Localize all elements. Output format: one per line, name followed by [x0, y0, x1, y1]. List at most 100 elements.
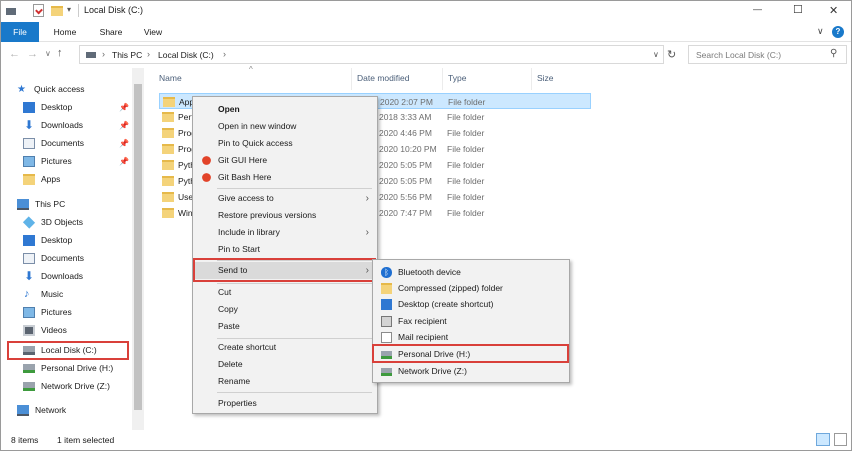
- tab-home[interactable]: Home: [45, 22, 85, 42]
- menu-label: Copy: [218, 304, 238, 314]
- pin-icon[interactable]: 📌: [119, 153, 129, 170]
- folder-icon: [162, 128, 174, 138]
- nav-scroll-thumb[interactable]: [134, 84, 142, 410]
- item-count: 8 items: [11, 435, 39, 445]
- file-date: 2020 2:07 PM: [380, 97, 433, 107]
- column-type[interactable]: Type: [448, 73, 466, 83]
- pin-icon[interactable]: 📌: [119, 117, 129, 134]
- menu-item-pin-quick-access[interactable]: Pin to Quick access: [195, 135, 375, 152]
- nav-label: 3D Objects: [41, 217, 84, 227]
- breadcrumb-chevron-icon[interactable]: ›: [147, 49, 150, 59]
- menu-label: Open: [218, 104, 240, 114]
- menu-item-properties[interactable]: Properties: [195, 395, 375, 412]
- menu-item-rename[interactable]: Rename: [195, 373, 375, 390]
- menu-label: Include in library: [218, 227, 280, 237]
- send-to-highlight: [193, 258, 376, 282]
- menu-item-create-shortcut[interactable]: Create shortcut: [195, 339, 375, 356]
- menu-item-git-bash[interactable]: Git Bash Here: [195, 169, 375, 186]
- tab-view[interactable]: View: [134, 22, 172, 42]
- menu-label: Pin to Quick access: [218, 138, 293, 148]
- menu-item-include-library[interactable]: Include in library ›: [195, 224, 375, 241]
- file-type: File folder: [448, 97, 486, 107]
- menu-item-delete[interactable]: Delete: [195, 356, 375, 373]
- expand-ribbon-icon[interactable]: ∨: [817, 26, 824, 37]
- pin-icon[interactable]: 📌: [119, 99, 129, 116]
- large-icons-view-icon[interactable]: [834, 433, 847, 446]
- send-to-network-drive[interactable]: Network Drive (Z:): [375, 363, 567, 380]
- menu-label: Pin to Start: [218, 244, 261, 254]
- menu-label: Properties: [218, 398, 257, 408]
- file-type: File folder: [447, 144, 485, 154]
- documents-icon: [23, 253, 35, 264]
- properties-icon[interactable]: [33, 4, 44, 17]
- close-button[interactable]: ✕: [829, 4, 838, 17]
- details-view-icon[interactable]: [816, 433, 830, 446]
- tab-share[interactable]: Share: [91, 22, 131, 42]
- menu-item-open-new-window[interactable]: Open in new window: [195, 118, 375, 135]
- search-field[interactable]: Search Local Disk (C:) ⚲: [688, 45, 847, 64]
- back-icon[interactable]: ←: [9, 48, 20, 60]
- nav-label: Network: [35, 405, 67, 415]
- file-date: 2020 10:20 PM: [379, 144, 437, 154]
- send-to-bluetooth[interactable]: ᛒ Bluetooth device: [375, 264, 567, 281]
- forward-icon[interactable]: →: [27, 48, 38, 60]
- menu-item-restore[interactable]: Restore previous versions: [195, 207, 375, 224]
- up-icon[interactable]: ↑: [57, 47, 63, 59]
- column-divider[interactable]: [531, 68, 532, 90]
- menu-item-open[interactable]: Open: [195, 101, 375, 118]
- send-to-desktop[interactable]: Desktop (create shortcut): [375, 296, 567, 313]
- breadcrumb-chevron-icon[interactable]: ›: [102, 49, 105, 59]
- column-divider[interactable]: [351, 68, 352, 90]
- menu-label: Open in new window: [218, 121, 297, 131]
- address-bar[interactable]: › This PC › Local Disk (C:) › ∨: [79, 45, 664, 64]
- folder-icon: [23, 174, 35, 185]
- help-icon[interactable]: ?: [832, 26, 844, 38]
- menu-item-paste[interactable]: Paste: [195, 318, 375, 335]
- downloads-icon: ⬇: [24, 269, 35, 283]
- column-divider[interactable]: [442, 68, 443, 90]
- new-folder-icon[interactable]: [51, 6, 63, 16]
- menu-item-git-gui[interactable]: Git GUI Here: [195, 152, 375, 169]
- column-size[interactable]: Size: [537, 73, 554, 83]
- breadcrumb-local-disk[interactable]: Local Disk (C:): [158, 50, 214, 60]
- nav-label: Network Drive (Z:): [41, 381, 110, 391]
- menu-item-pin-start[interactable]: Pin to Start: [195, 241, 375, 258]
- menu-label: Cut: [218, 287, 232, 297]
- git-gui-icon: [202, 156, 211, 165]
- send-to-compressed[interactable]: Compressed (zipped) folder: [375, 280, 567, 297]
- desktop-icon: [23, 102, 35, 113]
- nav-label: Music: [41, 289, 64, 299]
- nav-label: Desktop: [41, 102, 73, 112]
- recent-locations-icon[interactable]: ∨: [45, 49, 51, 58]
- menu-item-give-access[interactable]: Give access to ›: [195, 190, 375, 207]
- menu-separator: [217, 188, 372, 189]
- breadcrumb-this-pc[interactable]: This PC: [112, 50, 142, 60]
- pin-icon[interactable]: 📌: [119, 135, 129, 152]
- nav-label: Personal Drive (H:): [41, 363, 114, 373]
- nav-label: Quick access: [34, 84, 85, 94]
- quick-access-dropdown-icon[interactable]: ▾: [67, 5, 71, 14]
- menu-item-copy[interactable]: Copy: [195, 301, 375, 318]
- send-to-submenu: ᛒ Bluetooth device Compressed (zipped) fo…: [372, 259, 570, 383]
- address-dropdown-icon[interactable]: ∨: [653, 50, 659, 59]
- send-to-fax[interactable]: Fax recipient: [375, 313, 567, 330]
- nav-label: Documents: [41, 138, 84, 148]
- file-date: 2020 7:47 PM: [379, 208, 432, 218]
- desktop-icon: [381, 299, 392, 310]
- refresh-icon[interactable]: ↻: [667, 48, 676, 61]
- minimize-button[interactable]: —: [753, 4, 762, 14]
- tab-file[interactable]: File: [1, 22, 39, 42]
- menu-label: Restore previous versions: [218, 210, 317, 220]
- breadcrumb-chevron-icon[interactable]: ›: [223, 49, 226, 59]
- menu-label: Git Bash Here: [218, 172, 272, 182]
- column-date[interactable]: Date modified: [357, 73, 409, 83]
- file-date: 2018 3:33 AM: [379, 112, 432, 122]
- column-name[interactable]: Name: [159, 73, 182, 83]
- nav-label: Pictures: [41, 156, 72, 166]
- maximize-button[interactable]: ☐: [793, 3, 803, 16]
- menu-label: Create shortcut: [218, 342, 277, 352]
- menu-item-cut[interactable]: Cut: [195, 284, 375, 301]
- folder-icon: [163, 97, 175, 107]
- file-type: File folder: [447, 112, 485, 122]
- search-input[interactable]: Search Local Disk (C:): [696, 50, 781, 60]
